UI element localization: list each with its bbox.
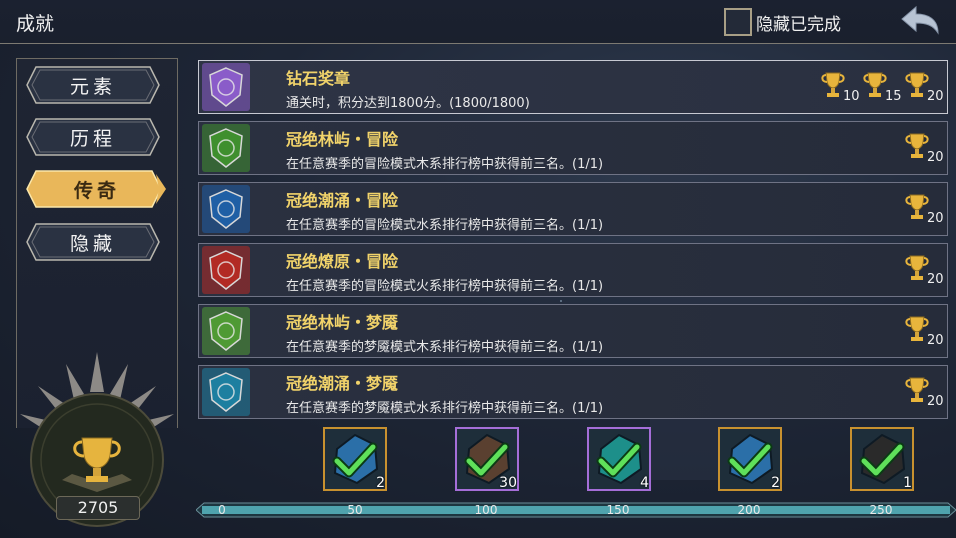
- trophy-count: 20: [927, 272, 944, 287]
- progress-bar: [196, 502, 956, 518]
- trophy-rewards: 20: [903, 376, 944, 410]
- leaf-shield-icon: [202, 124, 250, 172]
- achievement-description: 在任意赛季的冒险模式水系排行榜中获得前三名。(1/1): [286, 218, 604, 233]
- progress-tick-label: 100: [474, 503, 498, 517]
- achievement-description: 在任意赛季的冒险模式木系排行榜中获得前三名。(1/1): [286, 157, 604, 172]
- reward-count: 2: [376, 475, 385, 491]
- reward-chest[interactable]: 2: [323, 427, 387, 491]
- total-score: 2705: [56, 496, 140, 520]
- achievement-row[interactable]: 冠绝潮涌・梦魇在任意赛季的梦魇模式水系排行榜中获得前三名。(1/1) 20: [198, 365, 948, 419]
- reward-chest[interactable]: 2: [718, 427, 782, 491]
- trophy-rewards: 10 15 20: [819, 71, 944, 105]
- trophy-count: 10: [843, 89, 860, 104]
- trophy-count: 20: [927, 89, 944, 104]
- progress-tick-label: 250: [869, 503, 893, 517]
- achievement-title: 冠绝林屿・冒险: [286, 130, 399, 149]
- achievement-row[interactable]: 冠绝潮涌・冒险在任意赛季的冒险模式水系排行榜中获得前三名。(1/1) 20: [198, 182, 948, 236]
- achievement-title: 冠绝潮涌・梦魇: [286, 374, 399, 393]
- diamond-icon: [202, 63, 250, 111]
- water-star-icon: [202, 368, 250, 416]
- water-shield-icon: [202, 185, 250, 233]
- trophy-count: 20: [927, 211, 944, 226]
- achievement-description: 在任意赛季的梦魇模式水系排行榜中获得前三名。(1/1): [286, 401, 604, 416]
- achievement-description: 通关时，积分达到1800分。(1800/1800): [286, 96, 530, 111]
- achievement-list[interactable]: 钻石奖章通关时，积分达到1800分。(1800/1800) 10 15 20 冠绝林屿…: [198, 60, 948, 426]
- achievement-title: 冠绝林屿・梦魇: [286, 313, 399, 332]
- achievement-row[interactable]: 钻石奖章通关时，积分达到1800分。(1800/1800) 10 15 20: [198, 60, 948, 114]
- trophy-icon: 10: [819, 71, 860, 105]
- fire-shield-icon: [202, 246, 250, 294]
- reward-count: 4: [640, 475, 649, 491]
- tab-elements-label: 元素: [69, 75, 116, 98]
- tab-journey-label: 历程: [69, 127, 116, 150]
- trophy-rewards: 20: [903, 193, 944, 227]
- reward-count: 30: [499, 475, 517, 491]
- progress-tick-label: 200: [737, 503, 761, 517]
- trophy-icon: 20: [903, 376, 944, 410]
- trophy-icon: 20: [903, 132, 944, 166]
- hide-completed-checkbox[interactable]: [724, 8, 752, 36]
- progress-tick-label: 0: [218, 503, 226, 517]
- achievement-title: 冠绝燎原・冒险: [286, 252, 399, 271]
- trophy-count: 20: [927, 394, 944, 409]
- trophy-icon: 20: [903, 193, 944, 227]
- reward-chest[interactable]: 4: [587, 427, 651, 491]
- tab-legend[interactable]: 传奇: [26, 170, 168, 208]
- tab-journey[interactable]: 历程: [26, 118, 160, 156]
- trophy-count: 20: [927, 333, 944, 348]
- reward-count: 2: [771, 475, 780, 491]
- trophy-rewards: 20: [903, 315, 944, 349]
- hide-completed-label: 隐藏已完成: [756, 14, 841, 35]
- achievement-row[interactable]: 冠绝林屿・冒险在任意赛季的冒险模式木系排行榜中获得前三名。(1/1) 20: [198, 121, 948, 175]
- trophy-icon: 20: [903, 315, 944, 349]
- trophy-rewards: 20: [903, 254, 944, 288]
- trophy-icon: 15: [861, 71, 902, 105]
- achievement-description: 在任意赛季的冒险模式火系排行榜中获得前三名。(1/1): [286, 279, 604, 294]
- progress-tick-label: 150: [606, 503, 630, 517]
- reward-chest[interactable]: 30: [455, 427, 519, 491]
- trophy-rewards: 20: [903, 132, 944, 166]
- top-bar: 成就 隐藏已完成: [0, 0, 956, 44]
- trophy-count: 20: [927, 150, 944, 165]
- leaf-star-icon: [202, 307, 250, 355]
- page-title: 成就: [16, 13, 55, 35]
- back-arrow-icon[interactable]: [898, 5, 942, 39]
- tab-elements[interactable]: 元素: [26, 66, 160, 104]
- tab-hidden-label: 隐藏: [69, 232, 116, 255]
- progress-tick-label: 50: [347, 503, 363, 517]
- achievement-title: 冠绝潮涌・冒险: [286, 191, 399, 210]
- achievement-description: 在任意赛季的梦魇模式木系排行榜中获得前三名。(1/1): [286, 340, 604, 355]
- achievement-title: 钻石奖章: [286, 69, 351, 88]
- trophy-count: 15: [885, 89, 902, 104]
- trophy-icon: 20: [903, 71, 944, 105]
- trophy-icon: 20: [903, 254, 944, 288]
- achievement-row[interactable]: 冠绝燎原・冒险在任意赛季的冒险模式火系排行榜中获得前三名。(1/1) 20: [198, 243, 948, 297]
- reward-chest[interactable]: 1: [850, 427, 914, 491]
- reward-count: 1: [903, 475, 912, 491]
- hide-completed-toggle[interactable]: 隐藏已完成: [724, 7, 841, 37]
- tab-legend-label: 传奇: [73, 179, 120, 202]
- achievement-row[interactable]: 冠绝林屿・梦魇在任意赛季的梦魇模式木系排行榜中获得前三名。(1/1) 20: [198, 304, 948, 358]
- tab-hidden[interactable]: 隐藏: [26, 223, 160, 261]
